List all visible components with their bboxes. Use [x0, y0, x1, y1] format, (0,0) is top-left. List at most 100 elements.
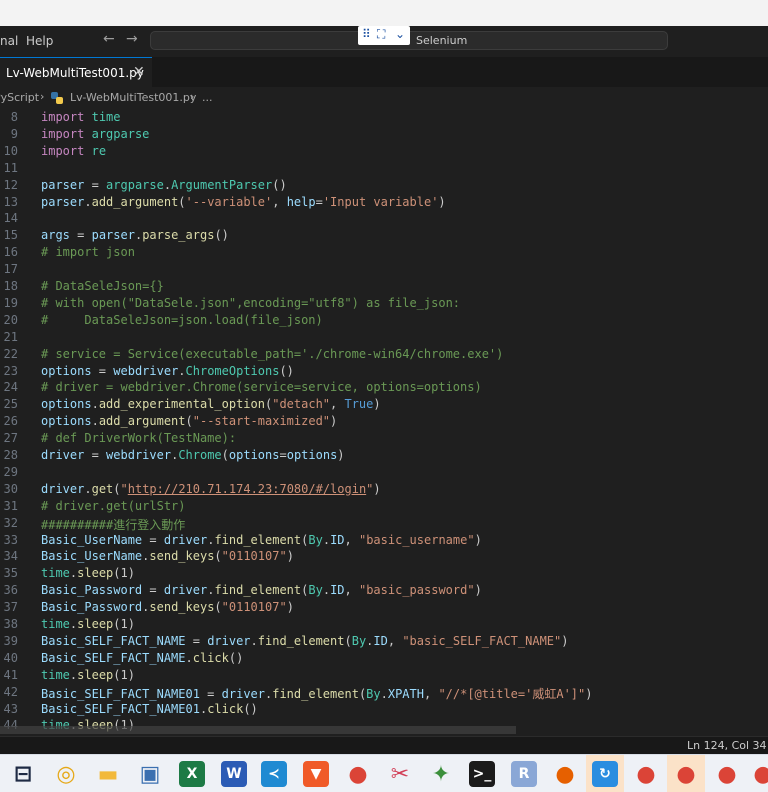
chevron-down-icon[interactable]: ⌄ — [395, 27, 405, 41]
chrome-icon-5[interactable]: ● — [750, 761, 768, 787]
code-line[interactable]: 35 time.sleep(1) — [0, 566, 768, 583]
line-number: 15 — [3, 228, 18, 243]
line-number: 23 — [3, 363, 18, 378]
command-center-title: Selenium — [416, 34, 468, 47]
line-number: 39 — [3, 633, 18, 648]
line-number: 9 — [10, 126, 18, 141]
drag-handle-icon[interactable]: ⠿ — [362, 27, 371, 41]
python-file-icon — [51, 92, 63, 104]
task-view-icon[interactable]: ⊟ — [10, 761, 36, 787]
chrome-icon-4[interactable]: ● — [714, 761, 740, 787]
chrome-icon-3[interactable]: ● — [673, 761, 699, 787]
code-line[interactable]: 34 Basic_UserName.send_keys("0110107") — [0, 549, 768, 566]
code-line[interactable]: 23 options = webdriver.ChromeOptions() — [0, 364, 768, 381]
forward-arrow-icon[interactable]: → — [126, 31, 138, 47]
remote-desktop-icon[interactable]: ▣ — [137, 761, 163, 787]
code-line[interactable]: 41 time.sleep(1) — [0, 668, 768, 685]
breadcrumb-file[interactable]: Lv-WebMultiTest001.py — [70, 91, 196, 104]
tab-active-file[interactable]: Lv-WebMultiTest001.py ✕ — [0, 57, 152, 87]
line-number: 20 — [3, 312, 18, 327]
code-text: time.sleep(1) — [41, 566, 135, 581]
vscode-icon[interactable]: ≺ — [261, 761, 287, 787]
chrome-icon-2[interactable]: ● — [633, 761, 659, 787]
brave-icon[interactable]: ▼ — [303, 761, 329, 787]
code-text: options = webdriver.ChromeOptions() — [41, 363, 294, 378]
code-line[interactable]: 16 # import json — [0, 245, 768, 262]
snipping-tool-icon[interactable]: ✂ — [387, 761, 413, 787]
cursor-position[interactable]: Ln 124, Col 34 — [687, 739, 767, 752]
chevron-right-icon: › — [40, 90, 45, 103]
code-text: # with open("DataSele.json",encoding="ut… — [41, 295, 461, 310]
line-number: 36 — [3, 583, 18, 598]
code-line[interactable]: 24 # driver = webdriver.Chrome(service=se… — [0, 380, 768, 397]
code-text: Basic_UserName.send_keys("0110107") — [41, 549, 294, 564]
code-line[interactable]: 42 Basic_SELF_FACT_NAME01 = driver.find_e… — [0, 685, 768, 702]
code-text: Basic_SELF_FACT_NAME01.click() — [41, 701, 258, 716]
code-text: # service = Service(executable_path='./c… — [41, 346, 504, 361]
code-line[interactable]: 11 — [0, 161, 768, 178]
file-explorer-icon[interactable]: ▬ — [95, 761, 121, 787]
code-line[interactable]: 30 driver.get("http://210.71.174.23:7080/… — [0, 482, 768, 499]
code-text: parser = argparse.ArgumentParser() — [41, 177, 287, 192]
breadcrumb-more[interactable]: ... — [202, 91, 213, 104]
code-line[interactable]: 8 import time — [0, 110, 768, 127]
code-line[interactable]: 9 import argparse — [0, 127, 768, 144]
horizontal-scrollbar[interactable] — [0, 726, 516, 734]
line-number: 24 — [3, 380, 18, 395]
code-line[interactable]: 14 — [0, 211, 768, 228]
fullscreen-icon[interactable]: ⛶ — [377, 27, 385, 42]
tab-bar: Lv-WebMultiTest001.py ✕ — [0, 57, 768, 87]
code-line[interactable]: 15 args = parser.parse_args() — [0, 228, 768, 245]
menu-terminal[interactable]: nal — [0, 34, 18, 48]
line-number: 11 — [3, 160, 18, 175]
line-number: 18 — [3, 279, 18, 293]
excel-icon[interactable]: X — [179, 761, 205, 787]
code-line[interactable]: 43 Basic_SELF_FACT_NAME01.click() — [0, 702, 768, 719]
close-icon[interactable]: ✕ — [133, 64, 145, 80]
code-text: # driver.get(urlStr) — [41, 498, 186, 513]
code-editor[interactable]: 8 import time 9 import argparse 10 import re 1… — [0, 109, 768, 736]
code-line[interactable]: 18 # DataSeleJson={} — [0, 279, 768, 296]
terminal-icon[interactable]: >_ — [469, 761, 495, 787]
code-line[interactable]: 10 import re — [0, 144, 768, 161]
code-line[interactable]: 29 — [0, 465, 768, 482]
chrome-icon[interactable]: ● — [345, 761, 371, 787]
code-line[interactable]: 31 # driver.get(urlStr) — [0, 499, 768, 516]
line-number: 43 — [3, 701, 18, 716]
back-arrow-icon[interactable]: ← — [103, 31, 115, 47]
app-yellow-icon[interactable]: ◎ — [53, 761, 79, 787]
code-text: time.sleep(1) — [41, 667, 135, 682]
word-icon[interactable]: W — [221, 761, 247, 787]
code-text: driver = webdriver.Chrome(options=option… — [41, 448, 345, 462]
code-text: import re — [41, 143, 107, 158]
code-line[interactable]: 33 Basic_UserName = driver.find_element(B… — [0, 533, 768, 550]
code-line[interactable]: 40 Basic_SELF_FACT_NAME.click() — [0, 651, 768, 668]
line-number: 26 — [3, 414, 18, 429]
line-number: 12 — [3, 177, 18, 192]
line-number: 8 — [10, 110, 18, 124]
code-line[interactable]: 20 # DataSeleJson=json.load(file_json) — [0, 313, 768, 330]
code-line[interactable]: 22 # service = Service(executable_path='.… — [0, 347, 768, 364]
code-text: Basic_SELF_FACT_NAME01 = driver.find_ele… — [41, 686, 593, 701]
line-number: 38 — [3, 617, 18, 631]
breadcrumb-folder[interactable]: PyScript — [0, 91, 39, 104]
code-line[interactable]: 32 ##########進行登入動作 — [0, 516, 768, 533]
code-line[interactable]: 39 Basic_SELF_FACT_NAME = driver.find_ele… — [0, 634, 768, 651]
code-line[interactable]: 28 driver = webdriver.Chrome(options=opti… — [0, 448, 768, 465]
python-tool-icon[interactable]: ✦ — [428, 761, 454, 787]
r-icon[interactable]: R — [511, 761, 537, 787]
code-line[interactable]: 17 — [0, 262, 768, 279]
sync-app-icon[interactable]: ↻ — [592, 761, 618, 787]
menu-help[interactable]: Help — [26, 34, 53, 48]
code-line[interactable]: 26 options.add_argument("--start-maximize… — [0, 414, 768, 431]
code-line[interactable]: 21 — [0, 330, 768, 347]
code-line[interactable]: 36 Basic_Password = driver.find_element(B… — [0, 583, 768, 600]
code-line[interactable]: 38 time.sleep(1) — [0, 617, 768, 634]
code-line[interactable]: 19 # with open("DataSele.json",encoding="… — [0, 296, 768, 313]
code-line[interactable]: 37 Basic_Password.send_keys("0110107") — [0, 600, 768, 617]
code-line[interactable]: 27 # def DriverWork(TestName): — [0, 431, 768, 448]
code-line[interactable]: 13 parser.add_argument('--variable', help… — [0, 195, 768, 212]
firefox-icon[interactable]: ● — [552, 761, 578, 787]
code-line[interactable]: 12 parser = argparse.ArgumentParser() — [0, 178, 768, 195]
code-line[interactable]: 25 options.add_experimental_option("detac… — [0, 397, 768, 414]
